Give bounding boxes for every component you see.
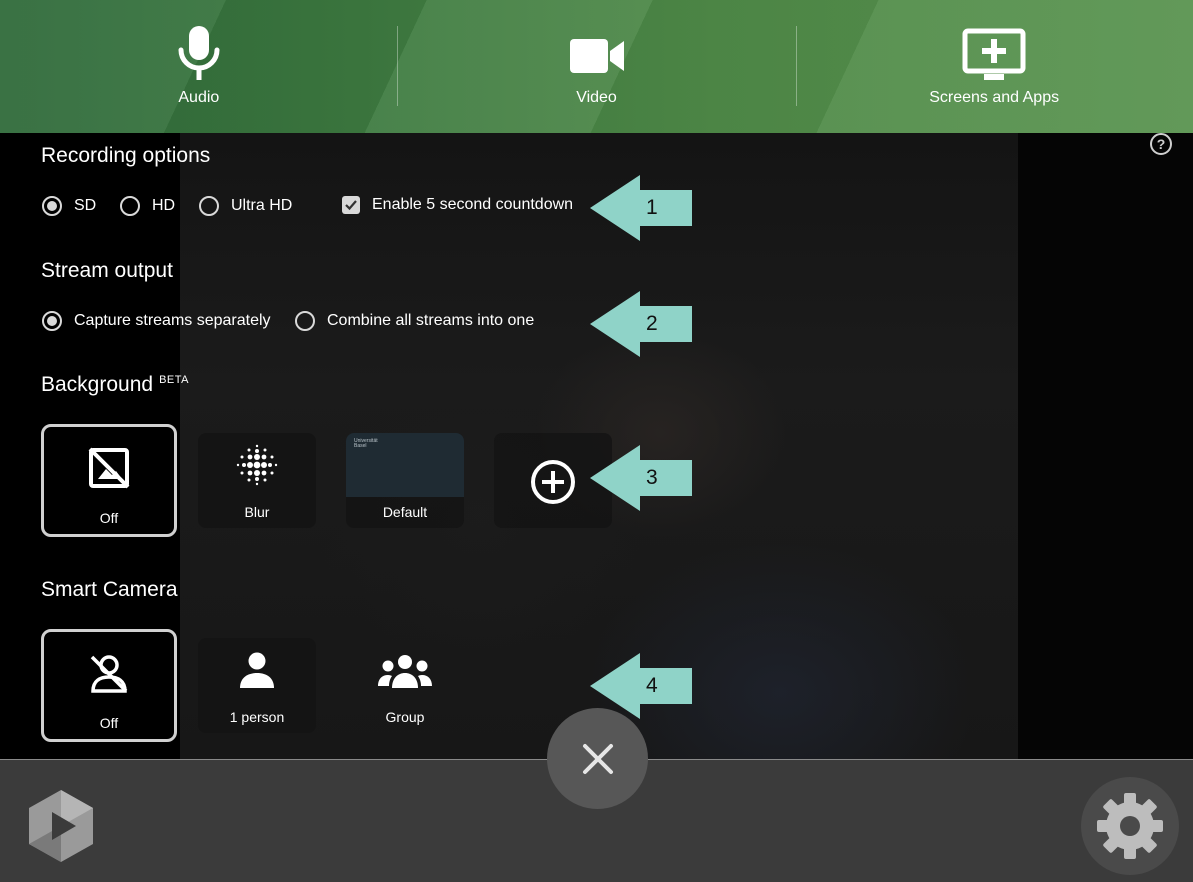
microphone-icon <box>178 26 220 80</box>
screens-source-button[interactable]: Screens and Apps <box>795 0 1193 133</box>
gear-icon <box>1097 793 1163 859</box>
close-settings-button[interactable] <box>547 708 648 809</box>
thumbnail-logo-text: Universität Basel <box>354 439 378 449</box>
recording-options-title: Recording options <box>41 144 211 167</box>
image-off-icon <box>88 447 130 489</box>
countdown-label: Enable 5 second countdown <box>372 196 574 213</box>
panopto-logo-icon <box>29 790 93 862</box>
stream-option-label: Capture streams separately <box>74 312 271 329</box>
callout-arrow-3: 3 <box>590 445 692 511</box>
stream-radio-combine[interactable]: Combine all streams into one <box>295 311 534 331</box>
beta-badge: BETA <box>159 374 189 386</box>
settings-panel: ? Recording options SD HD Ultra HD Enabl… <box>0 133 1193 759</box>
blur-icon <box>236 444 278 486</box>
audio-source-button[interactable]: Audio <box>0 0 398 133</box>
help-icon: ? <box>1156 136 1166 152</box>
smart-camera-tile-group[interactable]: Group <box>346 638 464 733</box>
recorder-app: Audio Video Screens and Apps ? Recording… <box>0 0 1193 882</box>
smart-camera-tile-one-person[interactable]: 1 person <box>198 638 316 733</box>
radio-icon <box>295 311 315 331</box>
stream-radio-separate[interactable]: Capture streams separately <box>42 311 271 331</box>
quality-label: HD <box>152 197 176 214</box>
close-icon <box>582 743 613 774</box>
radio-icon <box>199 196 219 216</box>
help-button[interactable]: ? <box>1150 133 1172 155</box>
arrow-icon <box>590 291 692 357</box>
thumbnail-line: Basel <box>354 443 367 449</box>
toolbar-divider <box>796 26 797 106</box>
background-tile-default[interactable]: Universität Basel Default <box>346 433 464 528</box>
quality-radio-ultra-hd[interactable]: Ultra HD <box>199 196 292 216</box>
add-circle-icon <box>531 460 575 504</box>
video-label: Video <box>576 89 617 106</box>
quality-label: Ultra HD <box>231 197 293 214</box>
tile-label: Default <box>382 504 428 520</box>
tile-label: Off <box>99 510 119 526</box>
stream-output-title: Stream output <box>41 259 173 282</box>
radio-icon <box>42 196 62 216</box>
stream-option-label: Combine all streams into one <box>327 312 535 329</box>
arrow-icon <box>590 445 692 511</box>
callout-number: 3 <box>646 466 658 489</box>
countdown-checkbox[interactable]: Enable 5 second countdown <box>342 196 573 214</box>
background-tile-off[interactable]: Off <box>41 424 177 537</box>
tile-label: 1 person <box>229 709 285 725</box>
callout-number: 4 <box>646 674 658 697</box>
audio-label: Audio <box>178 89 220 106</box>
preview-edge <box>1018 133 1193 759</box>
screens-label: Screens and Apps <box>929 89 1060 106</box>
video-source-button[interactable]: Video <box>398 0 796 133</box>
quality-radio-sd[interactable]: SD <box>42 196 96 216</box>
background-title-text: Background <box>41 373 154 396</box>
settings-button[interactable] <box>1081 777 1179 875</box>
quality-label: SD <box>74 197 97 214</box>
callout-arrow-1: 1 <box>590 175 692 241</box>
radio-icon <box>42 311 62 331</box>
tile-label: Group <box>385 709 425 725</box>
callout-number: 2 <box>646 312 658 335</box>
video-camera-icon <box>569 39 624 73</box>
tile-label: Blur <box>244 504 270 520</box>
checkmark-icon <box>342 196 360 214</box>
group-icon <box>378 655 432 688</box>
person-off-icon <box>90 655 128 693</box>
source-toolbar: Audio Video Screens and Apps <box>0 0 1193 133</box>
arrow-icon <box>590 175 692 241</box>
quality-radio-hd[interactable]: HD <box>120 196 175 216</box>
background-title: Background BETA <box>41 373 189 397</box>
radio-icon <box>120 196 140 216</box>
background-tile-blur[interactable]: Blur <box>198 433 316 528</box>
toolbar-divider <box>397 26 398 106</box>
tile-label: Off <box>99 715 119 731</box>
smart-camera-tile-off[interactable]: Off <box>41 629 177 742</box>
default-background-thumbnail: Universität Basel <box>346 433 464 497</box>
screen-plus-icon <box>962 28 1026 80</box>
person-icon <box>240 652 274 688</box>
callout-arrow-2: 2 <box>590 291 692 357</box>
callout-number: 1 <box>646 196 658 219</box>
smart-camera-title: Smart Camera <box>41 578 178 601</box>
